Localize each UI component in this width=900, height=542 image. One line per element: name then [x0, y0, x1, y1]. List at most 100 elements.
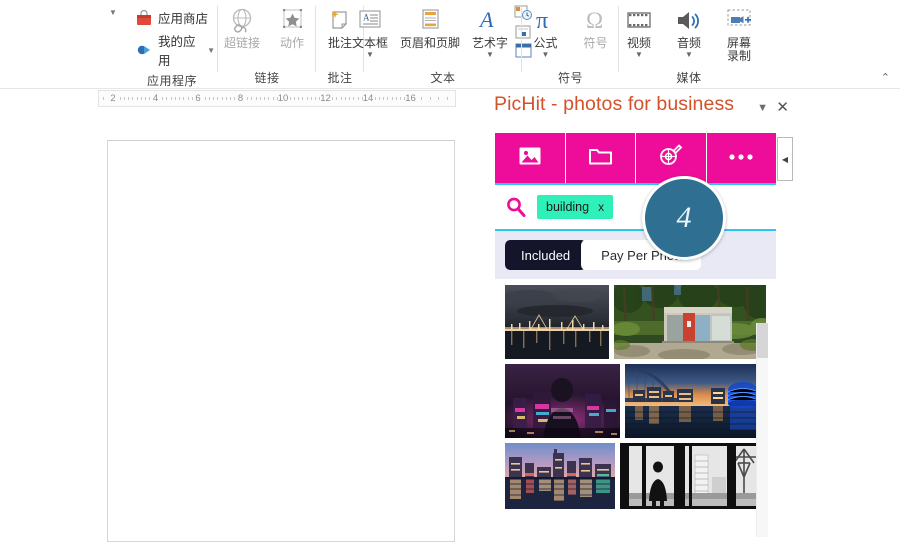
ribbon-group-apps: 应用商店 我的应用 ▼ 应用程序	[126, 0, 218, 88]
tab-more[interactable]	[707, 133, 777, 183]
photo-thumbnail[interactable]	[614, 285, 766, 359]
ruler-tick	[132, 97, 133, 100]
ruler-tick	[251, 97, 252, 100]
equation-pi-icon: π	[531, 5, 561, 37]
svg-text:A: A	[363, 13, 370, 23]
search-bar[interactable]: building x	[495, 185, 776, 231]
ribbon-button-action[interactable]: 动作	[267, 3, 317, 50]
svg-text:A: A	[478, 7, 494, 32]
ruler-tick	[205, 97, 206, 100]
scrollbar-thumb[interactable]	[757, 323, 768, 358]
ribbon-button-my-apps[interactable]: 我的应用 ▼	[132, 29, 218, 71]
header-footer-label: 页眉和页脚	[400, 37, 460, 50]
ribbon-button-wordart[interactable]: A 艺术字 ▼	[466, 3, 514, 59]
search-tag-building[interactable]: building x	[537, 195, 613, 219]
tab-folders[interactable]	[566, 133, 637, 183]
ruler-tick	[268, 97, 269, 100]
store-icon	[135, 9, 153, 27]
ribbon-button-hyperlink[interactable]: 超链接	[217, 3, 267, 50]
ruler-label: 14	[363, 91, 374, 106]
tab-effects[interactable]	[636, 133, 707, 183]
ribbon-button-audio[interactable]: 音频 ▼	[664, 3, 714, 59]
tab-included[interactable]: Included	[505, 240, 586, 270]
ruler-tick	[183, 97, 184, 100]
license-filter-bar: Included Pay Per Photo	[495, 231, 776, 279]
ruler-label: 8	[238, 91, 243, 106]
ribbon-button-equation[interactable]: π 公式 ▼	[521, 3, 571, 59]
ribbon-button-header-footer[interactable]: 页眉和页脚	[394, 3, 466, 50]
ribbon-group-symbols: π 公式 ▼ Ω 符号 符号	[522, 0, 619, 88]
folder-icon	[588, 145, 613, 171]
ruler-tick	[307, 97, 308, 100]
ruler-tick	[387, 97, 388, 100]
ruler-tick	[332, 97, 333, 100]
slide-editing-area[interactable]	[0, 108, 470, 537]
photo-thumbnail[interactable]	[620, 443, 767, 509]
search-tag-label: building	[546, 200, 589, 214]
ruler-tick	[188, 97, 189, 100]
ruler-tick	[124, 97, 125, 100]
ribbon-button-video[interactable]: 视频 ▼	[614, 3, 664, 59]
action-label: 动作	[280, 37, 304, 50]
search-icon[interactable]	[505, 196, 527, 218]
chevron-up-icon[interactable]: ⌃	[881, 71, 890, 84]
ruler-tick	[273, 97, 274, 100]
ribbon-button-screen-record[interactable]: 屏幕录制	[714, 3, 764, 63]
ribbon-button-app-store[interactable]: 应用商店	[132, 6, 218, 29]
close-icon[interactable]: ✕	[776, 98, 789, 116]
image-icon	[518, 145, 542, 172]
chevron-down-icon[interactable]: ▼	[486, 51, 494, 59]
hyperlink-label: 超链接	[224, 37, 260, 50]
ruler-label: 12	[320, 91, 331, 106]
ruler-label: 2	[110, 91, 115, 106]
ruler-tick	[247, 97, 248, 100]
remove-tag-icon[interactable]: x	[598, 200, 604, 214]
ruler-tick	[392, 97, 393, 100]
chevron-down-icon[interactable]: ▼	[635, 51, 643, 59]
ruler-tick	[400, 97, 401, 100]
ruler-tick	[171, 97, 172, 100]
photo-thumbnail[interactable]	[505, 285, 609, 359]
app-store-label: 应用商店	[158, 8, 208, 27]
ruler-tick	[421, 97, 422, 100]
ruler-label: 6	[195, 91, 200, 106]
ruler-tick	[222, 97, 223, 100]
ruler-tick	[256, 97, 257, 100]
ruler-tick	[192, 97, 193, 100]
ribbon-group-text: A 文本框 ▼	[364, 0, 522, 88]
ruler-tick	[264, 97, 265, 100]
photo-thumbnail[interactable]	[625, 364, 767, 438]
ruler-tick	[430, 97, 431, 100]
ruler-tick	[230, 97, 231, 100]
photo-grid-scrollbar[interactable]	[756, 323, 768, 537]
chevron-down-icon[interactable]: ▼	[207, 46, 215, 55]
ruler-tick	[379, 97, 380, 100]
horizontal-ruler[interactable]: 246810121416	[98, 90, 456, 107]
slide-canvas[interactable]	[107, 140, 455, 542]
chevron-down-icon[interactable]: ▼	[757, 102, 768, 114]
ruler-tick	[175, 97, 176, 100]
chevron-down-icon: ▼	[109, 8, 117, 17]
ruler-tick	[353, 97, 354, 100]
photo-thumbnail[interactable]	[505, 443, 615, 509]
ribbon-button-symbol[interactable]: Ω 符号	[571, 3, 621, 50]
chevron-down-icon[interactable]: ▼	[542, 51, 550, 59]
ribbon-button-textbox[interactable]: A 文本框 ▼	[346, 3, 394, 59]
ribbon-overflow[interactable]: ▼	[104, 0, 126, 88]
ribbon-group-label-symbols: 符号	[558, 68, 583, 88]
chevron-down-icon[interactable]: ▼	[685, 51, 693, 59]
ribbon-group-media: 视频 ▼ 音频 ▼	[619, 0, 759, 88]
chevron-left-icon[interactable]: ◀	[777, 137, 793, 181]
action-icon	[277, 5, 307, 37]
symbol-omega-icon: Ω	[581, 5, 611, 37]
powerpoint-window: ▼ 应用商店	[0, 0, 900, 537]
wordart-label: 艺术字	[472, 37, 508, 50]
ribbon-group-label-media: 媒体	[676, 68, 701, 88]
ribbon-group-label-comment: 批注	[327, 68, 352, 88]
ribbon-group-links: 超链接 动作	[218, 0, 316, 88]
chevron-down-icon[interactable]: ▼	[366, 51, 374, 59]
photo-thumbnail[interactable]	[505, 364, 620, 438]
ruler-tick	[438, 97, 439, 100]
ruler-tick	[213, 97, 214, 100]
tab-photos[interactable]	[495, 133, 566, 183]
